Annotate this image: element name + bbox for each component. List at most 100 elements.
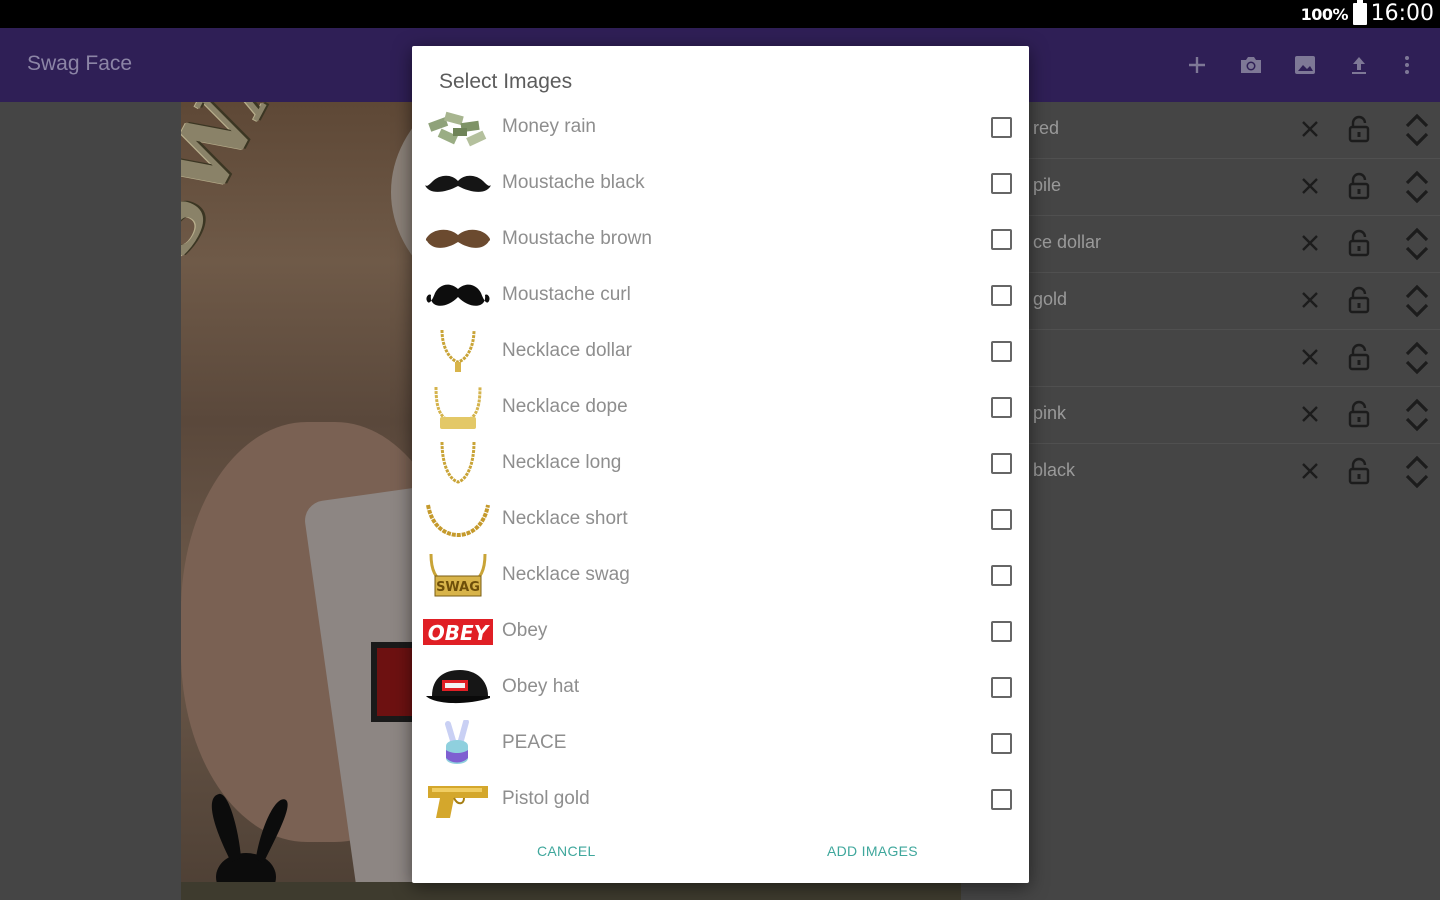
lock-icon[interactable]	[1347, 456, 1371, 486]
image-icon[interactable]	[1290, 50, 1320, 80]
battery-icon	[1353, 0, 1367, 25]
layer-row[interactable]	[1029, 330, 1440, 387]
layer-row[interactable]: pile	[1029, 159, 1440, 216]
reorder-icon[interactable]	[1402, 111, 1432, 149]
necklace-swag-icon: SWAG	[423, 552, 493, 600]
necklace-swag-text: SWAG	[436, 580, 480, 595]
obey-logo-text: OBEY	[428, 621, 491, 645]
remove-layer-icon[interactable]	[1297, 287, 1323, 313]
list-item-necklace-dollar[interactable]: Necklace dollar	[412, 324, 1029, 380]
item-checkbox[interactable]	[991, 565, 1012, 586]
select-images-dialog: Select Images Money rain Moustache black…	[412, 46, 1029, 883]
lock-icon[interactable]	[1347, 171, 1371, 201]
layer-name: pile	[1033, 175, 1062, 195]
layer-row[interactable]: gold	[1029, 273, 1440, 330]
app-title: Swag Face	[27, 52, 133, 75]
item-label: Money rain	[502, 116, 596, 137]
item-label: Moustache curl	[502, 284, 631, 305]
pistol-gold-icon	[423, 776, 493, 824]
layer-list: red pile ce dollar gold pink black	[1029, 102, 1440, 501]
item-label: Pistol gold	[502, 788, 590, 809]
item-checkbox[interactable]	[991, 621, 1012, 642]
moustache-black-icon	[423, 160, 493, 208]
list-item-moustache-black[interactable]: Moustache black	[412, 156, 1029, 212]
money-rain-icon	[423, 104, 493, 152]
layer-row[interactable]: ce dollar	[1029, 216, 1440, 273]
necklace-short-icon	[423, 496, 493, 544]
item-checkbox[interactable]	[991, 789, 1012, 810]
layer-name: black	[1033, 460, 1076, 480]
item-checkbox[interactable]	[991, 733, 1012, 754]
item-label: PEACE	[502, 732, 567, 753]
layer-row[interactable]: pink	[1029, 387, 1440, 444]
lock-icon[interactable]	[1347, 228, 1371, 258]
reorder-icon[interactable]	[1402, 339, 1432, 377]
layer-name: pink	[1033, 403, 1067, 423]
moustache-curl-icon	[423, 272, 493, 320]
status-bar: 100% 16:00	[0, 0, 1440, 28]
item-label: Necklace long	[502, 452, 622, 473]
obey-logo-icon: OBEY	[423, 608, 493, 656]
reorder-icon[interactable]	[1402, 225, 1432, 263]
remove-layer-icon[interactable]	[1297, 344, 1323, 370]
list-item-necklace-short[interactable]: Necklace short	[412, 492, 1029, 548]
item-checkbox[interactable]	[991, 677, 1012, 698]
item-label: Moustache black	[502, 172, 645, 193]
reorder-icon[interactable]	[1402, 282, 1432, 320]
add-images-button[interactable]: ADD IMAGES	[827, 843, 918, 859]
list-item-peace[interactable]: PEACE	[412, 716, 1029, 772]
item-checkbox[interactable]	[991, 509, 1012, 530]
reorder-icon[interactable]	[1402, 453, 1432, 491]
remove-layer-icon[interactable]	[1297, 458, 1323, 484]
lock-icon[interactable]	[1347, 114, 1371, 144]
layer-row[interactable]: red	[1029, 102, 1440, 159]
upload-icon[interactable]	[1344, 50, 1374, 80]
list-item-necklace-swag[interactable]: SWAG Necklace swag	[412, 548, 1029, 604]
lock-icon[interactable]	[1347, 342, 1371, 372]
lock-icon[interactable]	[1347, 399, 1371, 429]
item-label: Necklace dope	[502, 396, 628, 417]
list-item-money-rain[interactable]: Money rain	[412, 100, 1029, 156]
swag-sticker[interactable]: SWAG	[181, 102, 346, 273]
item-label: Moustache brown	[502, 228, 652, 249]
battery-percentage: 100%	[1300, 5, 1349, 24]
remove-layer-icon[interactable]	[1297, 401, 1323, 427]
item-label: Necklace dollar	[502, 340, 632, 361]
list-item-obey-hat[interactable]: Obey hat	[412, 660, 1029, 716]
item-label: Obey hat	[502, 676, 580, 697]
layer-name: red	[1033, 118, 1060, 138]
list-item-necklace-dope[interactable]: Necklace dope	[412, 380, 1029, 436]
item-checkbox[interactable]	[991, 229, 1012, 250]
add-icon[interactable]	[1182, 50, 1212, 80]
list-item-obey[interactable]: OBEY Obey	[412, 604, 1029, 660]
photo-floor	[181, 882, 961, 900]
item-label: Necklace short	[502, 508, 628, 529]
lock-icon[interactable]	[1347, 285, 1371, 315]
item-checkbox[interactable]	[991, 173, 1012, 194]
cancel-button[interactable]: CANCEL	[537, 843, 596, 859]
list-item-moustache-brown[interactable]: Moustache brown	[412, 212, 1029, 268]
necklace-long-icon	[423, 440, 493, 488]
remove-layer-icon[interactable]	[1297, 116, 1323, 142]
dialog-title: Select Images	[439, 70, 573, 93]
layer-row[interactable]: black	[1029, 444, 1440, 501]
list-item-pistol-gold[interactable]: Pistol gold	[412, 772, 1029, 828]
remove-layer-icon[interactable]	[1297, 173, 1323, 199]
item-checkbox[interactable]	[991, 285, 1012, 306]
more-vert-icon[interactable]	[1392, 50, 1422, 80]
reorder-icon[interactable]	[1402, 396, 1432, 434]
list-item-moustache-curl[interactable]: Moustache curl	[412, 268, 1029, 324]
list-item-necklace-long[interactable]: Necklace long	[412, 436, 1029, 492]
item-checkbox[interactable]	[991, 397, 1012, 418]
item-checkbox[interactable]	[991, 453, 1012, 474]
reorder-icon[interactable]	[1402, 168, 1432, 206]
moustache-brown-icon	[423, 216, 493, 264]
peace-hand-icon	[423, 720, 493, 768]
item-checkbox[interactable]	[991, 117, 1012, 138]
item-checkbox[interactable]	[991, 341, 1012, 362]
clock: 16:00	[1370, 1, 1434, 26]
camera-icon[interactable]	[1236, 50, 1266, 80]
item-label: Obey	[502, 620, 548, 641]
necklace-dope-icon	[423, 384, 493, 432]
remove-layer-icon[interactable]	[1297, 230, 1323, 256]
